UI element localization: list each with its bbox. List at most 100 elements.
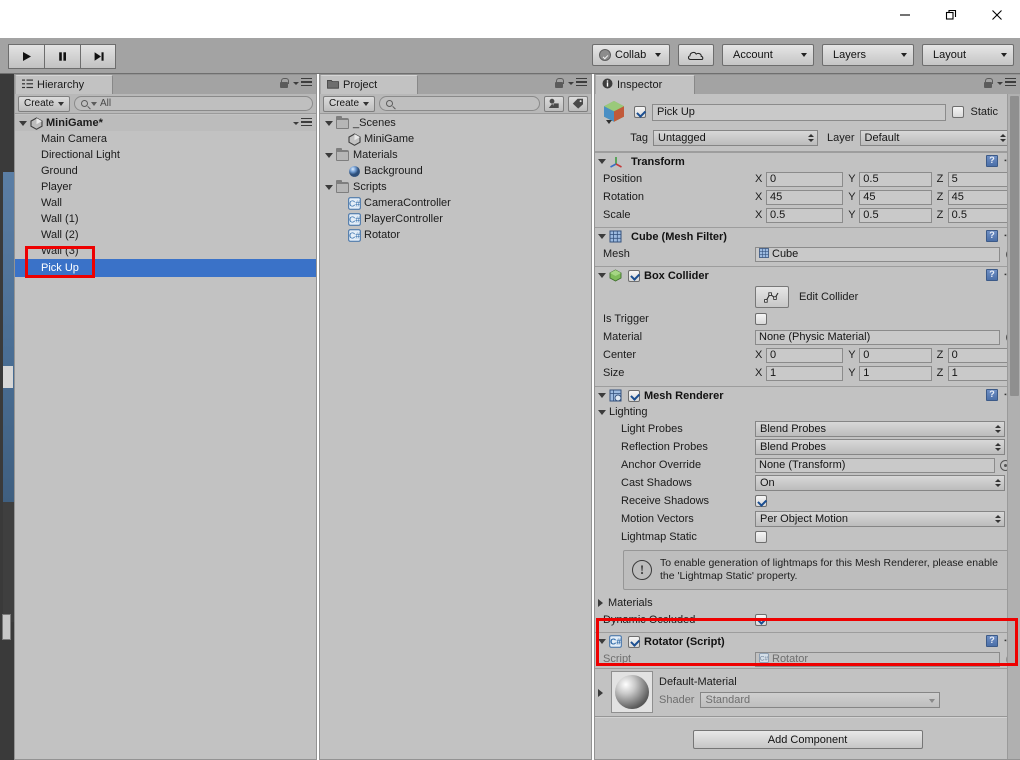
box-collider-enabled-checkbox[interactable] [628, 269, 640, 282]
mesh-object-field[interactable]: Cube [755, 246, 1000, 262]
gameobject-enabled-checkbox[interactable] [634, 106, 646, 118]
project-item-playercontroller-script[interactable]: C# PlayerController [320, 211, 591, 227]
lock-icon[interactable] [984, 78, 993, 89]
tab-project[interactable]: Project [320, 75, 418, 94]
project-item-rotator-script[interactable]: C# Rotator [320, 227, 591, 243]
position-x-input[interactable]: 0 [766, 171, 844, 187]
receive-shadows-checkbox[interactable] [755, 495, 767, 507]
project-create-button[interactable]: Create [323, 95, 376, 112]
motion-vectors-dropdown[interactable]: Per Object Motion [755, 511, 1005, 527]
mesh-renderer-component-header[interactable]: Mesh Renderer [595, 386, 1020, 404]
scale-y-input[interactable]: 0.5 [859, 207, 932, 223]
tag-dropdown[interactable]: Untagged [653, 130, 818, 146]
scene-row-menu-icon[interactable] [293, 118, 312, 128]
hierarchy-item-main-camera[interactable]: Main Camera [15, 131, 316, 147]
chevron-down-icon[interactable] [19, 120, 27, 126]
hierarchy-item-pick-up[interactable]: Pick Up [15, 259, 316, 277]
hierarchy-scene-root[interactable]: MiniGame* [15, 115, 316, 131]
hierarchy-item-directional-light[interactable]: Directional Light [15, 147, 316, 163]
play-button[interactable] [8, 44, 44, 69]
scene-scrollbar-thumb[interactable] [2, 614, 11, 640]
static-checkbox[interactable] [952, 106, 965, 118]
center-y-input[interactable]: 0 [859, 347, 932, 363]
collab-button[interactable]: Collab [592, 44, 670, 66]
minimize-icon[interactable] [882, 0, 928, 30]
hierarchy-item-player[interactable]: Player [15, 179, 316, 195]
rotation-x-input[interactable]: 45 [766, 189, 844, 205]
inspector-scrollbar[interactable] [1007, 94, 1020, 759]
chevron-down-icon[interactable] [325, 120, 333, 126]
account-button[interactable]: Account [722, 44, 814, 66]
project-item-materials-folder[interactable]: Materials [320, 147, 591, 163]
chevron-down-icon[interactable] [598, 159, 606, 164]
project-item-scripts-folder[interactable]: Scripts [320, 179, 591, 195]
lightmap-static-checkbox[interactable] [755, 531, 767, 543]
reflection-probes-dropdown[interactable]: Blend Probes [755, 439, 1005, 455]
project-item-minigame-scene[interactable]: MiniGame [320, 131, 591, 147]
cast-shadows-dropdown[interactable]: On [755, 475, 1005, 491]
materials-foldout-row[interactable]: Materials [595, 594, 1020, 611]
chevron-down-icon[interactable] [325, 152, 333, 158]
panel-menu-icon[interactable] [568, 78, 587, 88]
add-component-button[interactable]: Add Component [692, 730, 923, 749]
collider-material-object-field[interactable]: None (Physic Material) [755, 329, 1000, 345]
chevron-right-icon[interactable] [598, 598, 603, 607]
hierarchy-item-ground[interactable]: Ground [15, 163, 316, 179]
size-x-input[interactable]: 1 [766, 365, 844, 381]
position-y-input[interactable]: 0.5 [859, 171, 932, 187]
layers-button[interactable]: Layers [822, 44, 914, 66]
project-item-cameracontroller-script[interactable]: C# CameraController [320, 195, 591, 211]
scene-view-sliver[interactable] [0, 74, 14, 760]
chevron-down-icon[interactable] [598, 639, 606, 644]
chevron-right-icon[interactable] [598, 689, 603, 697]
inspector-scrollbar-thumb[interactable] [1010, 96, 1019, 396]
hierarchy-item-wall-3[interactable]: Wall (3) [15, 243, 316, 259]
help-icon[interactable] [986, 269, 998, 281]
tab-hierarchy[interactable]: Hierarchy [15, 75, 113, 94]
chevron-down-icon[interactable] [598, 393, 606, 398]
lock-icon[interactable] [280, 78, 289, 89]
light-probes-dropdown[interactable]: Blend Probes [755, 421, 1005, 437]
chevron-down-icon[interactable] [325, 184, 333, 190]
close-icon[interactable] [974, 0, 1020, 30]
help-icon[interactable] [986, 635, 998, 647]
layout-button[interactable]: Layout [922, 44, 1014, 66]
is-trigger-checkbox[interactable] [755, 313, 767, 325]
rotator-script-component-header[interactable]: C# Rotator (Script) [595, 632, 1020, 650]
panel-menu-icon[interactable] [293, 78, 312, 88]
rotation-y-input[interactable]: 45 [859, 189, 932, 205]
hierarchy-create-button[interactable]: Create [18, 95, 71, 112]
box-collider-component-header[interactable]: Box Collider [595, 266, 1020, 284]
filter-by-label-button[interactable] [568, 95, 588, 112]
pause-button[interactable] [44, 44, 80, 69]
rotator-script-enabled-checkbox[interactable] [628, 635, 640, 648]
lock-icon[interactable] [555, 78, 564, 89]
panel-menu-icon[interactable] [997, 78, 1016, 88]
hierarchy-item-wall-2[interactable]: Wall (2) [15, 227, 316, 243]
project-item-background-material[interactable]: Background [320, 163, 591, 179]
hierarchy-item-wall-1[interactable]: Wall (1) [15, 211, 316, 227]
anchor-override-object-field[interactable]: None (Transform) [755, 457, 995, 473]
transform-component-header[interactable]: Transform [595, 152, 1020, 170]
dynamic-occluded-checkbox[interactable] [755, 613, 767, 626]
gameobject-name-input[interactable]: Pick Up [652, 103, 947, 121]
help-icon[interactable] [986, 389, 998, 401]
lighting-foldout-row[interactable]: Lighting [595, 404, 1020, 420]
mesh-renderer-enabled-checkbox[interactable] [628, 389, 640, 402]
project-tree[interactable]: _Scenes MiniGame Materials Background Sc… [320, 115, 591, 759]
hierarchy-search-input[interactable]: All [74, 96, 313, 111]
restore-icon[interactable] [928, 0, 974, 30]
chevron-down-icon[interactable] [598, 273, 606, 278]
edit-collider-button[interactable] [755, 286, 789, 308]
layer-dropdown[interactable]: Default [859, 130, 1010, 146]
help-icon[interactable] [986, 230, 998, 242]
project-item-scenes-folder[interactable]: _Scenes [320, 115, 591, 131]
chevron-down-icon[interactable] [598, 234, 606, 239]
hierarchy-item-wall[interactable]: Wall [15, 195, 316, 211]
filter-by-type-button[interactable] [544, 95, 564, 112]
hierarchy-tree[interactable]: MiniGame* Main Camera Directional Light … [15, 115, 316, 759]
step-button[interactable] [80, 44, 116, 69]
services-cloud-button[interactable] [678, 44, 714, 66]
chevron-down-icon[interactable] [598, 409, 606, 415]
size-y-input[interactable]: 1 [859, 365, 932, 381]
